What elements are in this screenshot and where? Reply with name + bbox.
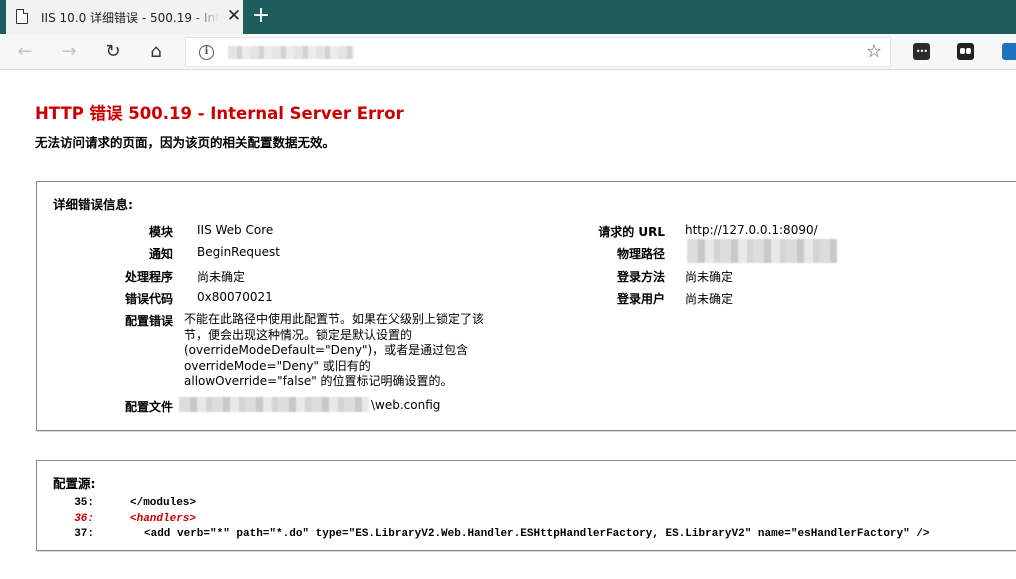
handler-label: 处理程序 [124,270,173,284]
detailed-error-panel: 详细错误信息: 模块 IIS Web Core 通知 BeginRequest … [36,181,1016,431]
config-error-value: 不能在此路径中使用此配置节。如果在父级别上锁定了该节，便会出现这种情况。锁定是默… [184,312,485,388]
code-line: 35: </modules> [37,497,1016,509]
site-info-icon[interactable]: i [199,45,214,60]
module-value: IIS Web Core [197,223,274,237]
tab-title: IIS 10.0 详细错误 - 500.19 - Internal Server… [41,11,219,25]
code-text: <add verb="*" path="*.do" type="ES.Libra… [144,528,930,540]
code-text: </modules> [130,497,197,509]
config-error-label: 配置错误 [124,314,173,328]
close-tab-icon[interactable]: ✕ [225,7,243,25]
handler-value: 尚未确定 [197,270,246,284]
logon-method-label: 登录方法 [616,270,665,284]
page-content: HTTP 错误 500.19 - Internal Server Error 无… [0,71,1016,579]
config-source-panel: 配置源: 35: </modules> 36: <handlers> 37: <… [36,460,1016,551]
browser-title-bar: IIS 10.0 详细错误 - 500.19 - Internal Server… [0,0,1016,34]
line-number: 37: [74,528,94,540]
panel-heading: 配置源: [53,476,96,491]
request-url-label: 请求的 URL [598,225,665,239]
error-code-value: 0x80070021 [197,290,273,304]
home-button[interactable]: ⌂ [143,39,169,65]
notification-label: 通知 [148,247,173,261]
page-title: HTTP 错误 500.19 - Internal Server Error [35,104,404,123]
address-bar[interactable]: i ☆ [185,37,891,67]
browser-tab[interactable]: IIS 10.0 详细错误 - 500.19 - Internal Server… [6,0,243,34]
config-file-path-redacted [179,397,369,412]
error-code-label: 错误代码 [124,292,173,306]
request-url-value: http://127.0.0.1:8090/ [685,223,818,237]
page-subtitle: 无法访问请求的页面，因为该页的相关配置数据无效。 [35,135,336,150]
config-file-label: 配置文件 [124,400,173,414]
panel-heading: 详细错误信息: [53,197,133,212]
back-button[interactable]: ← [12,39,38,65]
notification-value: BeginRequest [197,245,280,259]
page-icon [16,9,28,24]
forward-button[interactable]: → [56,39,82,65]
extension-icon[interactable] [913,43,930,60]
code-text: <handlers> [130,513,197,525]
module-label: 模块 [148,225,173,239]
favorite-star-icon[interactable]: ☆ [866,40,882,64]
logon-user-value: 尚未确定 [685,292,734,306]
extension-icon[interactable] [1002,43,1016,60]
code-line: 37: <add verb="*" path="*.do" type="ES.L… [37,528,1016,540]
code-line-highlighted: 36: <handlers> [37,513,1016,525]
line-number: 35: [74,497,94,509]
address-url-redacted[interactable] [228,46,354,59]
extension-icon[interactable] [957,43,974,60]
logon-user-label: 登录用户 [616,292,665,306]
line-number: 36: [74,513,94,525]
config-file-value: \web.config [371,398,441,412]
refresh-button[interactable]: ↻ [100,39,126,65]
physical-path-redacted [687,239,837,263]
physical-path-label: 物理路径 [616,247,665,261]
browser-toolbar: ← → ↻ ⌂ i ☆ [0,34,1016,70]
new-tab-button[interactable]: + [249,3,273,29]
logon-method-value: 尚未确定 [685,270,734,284]
